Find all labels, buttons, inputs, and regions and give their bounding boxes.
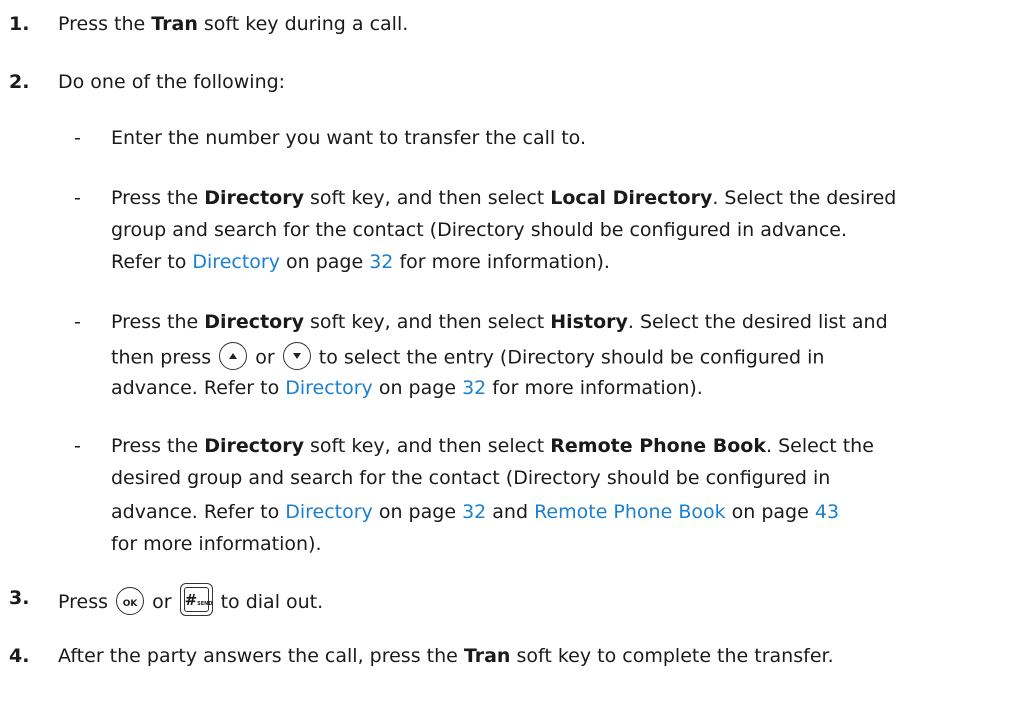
text-run: and <box>486 501 535 523</box>
page-link[interactable]: 32 <box>462 377 486 399</box>
option-remote-phone-book-line-2: desired group and search for the contact… <box>111 467 831 489</box>
document-page: 1. Press the Tran soft key during a call… <box>0 0 1015 727</box>
option-local-directory-line-3: Refer to Directory on page 32 for more i… <box>111 250 610 274</box>
text-run: soft key, and then select <box>303 187 551 209</box>
text-run: or <box>249 346 281 369</box>
dash-bullet: - <box>74 311 81 333</box>
dash-bullet: - <box>74 187 81 209</box>
page-link[interactable]: 32 <box>462 501 486 523</box>
text-run: advance. Refer to <box>111 501 286 523</box>
step-text: Press OK or #SEND to dial out. <box>58 583 324 619</box>
text-run: for more information). <box>393 251 610 273</box>
text-run: on page <box>372 377 463 399</box>
text-run: soft key during a call. <box>197 13 409 35</box>
page-link[interactable]: 43 <box>815 501 839 523</box>
text-run: soft key to complete the transfer. <box>510 645 834 667</box>
text-run: . Select the desired list and <box>627 311 888 333</box>
step-text: After the party answers the call, press … <box>58 644 834 668</box>
text-run: Press the <box>111 187 205 209</box>
text-run: Press <box>58 591 115 613</box>
text-run: for more information). <box>486 377 703 399</box>
step-number: 3. <box>9 587 30 609</box>
soft-key-name: Directory <box>204 187 304 209</box>
text-run: Press the <box>111 311 205 333</box>
step-number: 1. <box>9 13 30 35</box>
text-run: After the party answers the call, press … <box>58 645 464 667</box>
up-arrow-key-icon <box>219 342 248 370</box>
directory-link[interactable]: Directory <box>192 251 280 273</box>
menu-item-name: History <box>550 311 628 333</box>
soft-key-name: Directory <box>204 311 304 333</box>
remote-phone-book-link[interactable]: Remote Phone Book <box>534 501 726 523</box>
ok-key-label: OK <box>122 598 138 609</box>
text-run: Refer to <box>111 251 193 273</box>
hash-symbol: # <box>184 591 198 609</box>
ok-key-icon: OK <box>116 586 145 615</box>
text-run: or <box>146 591 178 613</box>
soft-key-name: Directory <box>204 435 304 457</box>
step-number: 4. <box>9 645 30 667</box>
text-run: Press the <box>58 13 152 35</box>
text-run: then press <box>111 346 218 369</box>
option-remote-phone-book-line-4: for more information). <box>111 533 322 555</box>
option-history-line-3: advance. Refer to Directory on page 32 f… <box>111 376 703 400</box>
dash-bullet: - <box>74 127 81 149</box>
option-history-line-2: then press or to select the entry (Direc… <box>111 342 825 372</box>
text-run: soft key, and then select <box>303 311 551 333</box>
text-run: on page <box>372 501 463 523</box>
text-run: . Select the desired <box>712 187 897 209</box>
option-text: Press the Directory soft key, and then s… <box>111 310 888 334</box>
text-run: Press the <box>111 435 205 457</box>
text-run: advance. Refer to <box>111 377 286 399</box>
soft-key-name: Tran <box>463 645 511 667</box>
directory-link[interactable]: Directory <box>285 501 373 523</box>
option-text: Press the Directory soft key, and then s… <box>111 434 874 458</box>
send-key-icon: #SEND <box>179 583 213 616</box>
text-run: on page <box>725 501 815 523</box>
step-number: 2. <box>9 71 30 93</box>
step-text: Press the Tran soft key during a call. <box>58 12 408 36</box>
menu-item-name: Local Directory <box>550 187 713 209</box>
text-run: to dial out. <box>214 591 324 613</box>
text-run: soft key, and then select <box>303 435 551 457</box>
option-text: Enter the number you want to transfer th… <box>111 127 586 149</box>
send-key-face: #SEND <box>183 587 213 612</box>
dash-bullet: - <box>74 435 81 457</box>
option-remote-phone-book-line-3: advance. Refer to Directory on page 32 a… <box>111 500 839 524</box>
text-run: to select the entry (Directory should be… <box>312 346 825 369</box>
soft-key-name: Tran <box>151 13 198 35</box>
directory-link[interactable]: Directory <box>285 377 373 399</box>
option-local-directory-line-2: group and search for the contact (Direct… <box>111 219 848 241</box>
text-run: . Select the <box>765 435 874 457</box>
down-arrow-key-icon <box>282 342 311 370</box>
send-key-label: SEND <box>197 601 213 607</box>
option-text: Press the Directory soft key, and then s… <box>111 186 896 210</box>
step-text: Do one of the following: <box>58 71 286 93</box>
menu-item-name: Remote Phone Book <box>550 435 766 457</box>
page-link[interactable]: 32 <box>369 251 393 273</box>
text-run: on page <box>279 251 370 273</box>
